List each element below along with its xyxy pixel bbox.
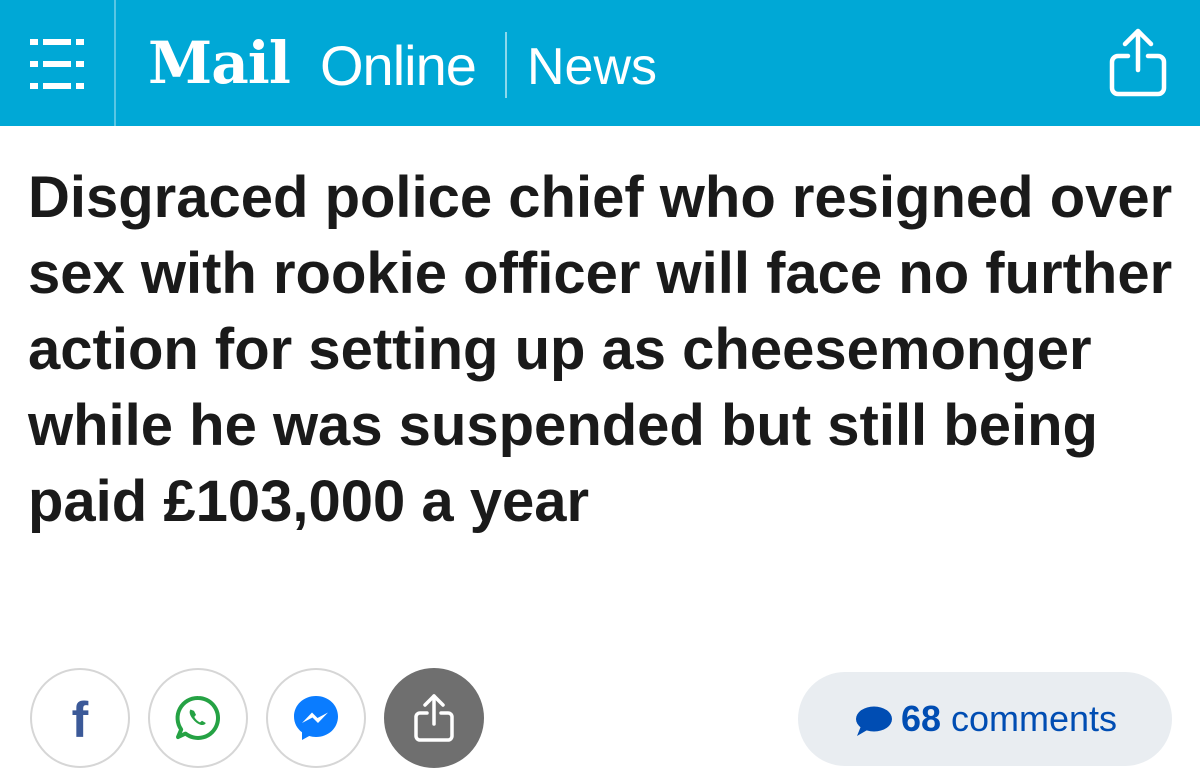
share-icon	[414, 694, 454, 742]
whatsapp-icon	[175, 695, 220, 740]
comments-button[interactable]: 68 comments	[798, 672, 1172, 766]
messenger-icon	[294, 696, 338, 740]
comments-label: 68 comments	[901, 699, 1117, 739]
menu-button[interactable]	[0, 0, 116, 126]
facebook-share-button[interactable]: f	[30, 668, 130, 768]
logo-mail[interactable]: Mail	[148, 29, 291, 97]
comments-word: comments	[951, 698, 1118, 739]
hamburger-menu-icon	[30, 37, 84, 91]
comments-count: 68	[900, 698, 941, 739]
messenger-share-button[interactable]	[266, 668, 366, 768]
facebook-icon: f	[71, 692, 89, 748]
logo-online[interactable]: Online	[320, 34, 477, 98]
section-title[interactable]: News	[527, 36, 657, 98]
article-headline: Disgraced police chief who resigned over…	[28, 165, 1173, 534]
speech-bubble-icon	[855, 706, 892, 736]
header-share-button[interactable]	[1106, 26, 1170, 100]
whatsapp-share-button[interactable]	[148, 668, 248, 768]
share-button[interactable]	[384, 668, 484, 768]
logo-divider	[505, 32, 507, 98]
app-header: Mail Online News	[0, 0, 1200, 126]
share-icon	[1109, 28, 1167, 97]
